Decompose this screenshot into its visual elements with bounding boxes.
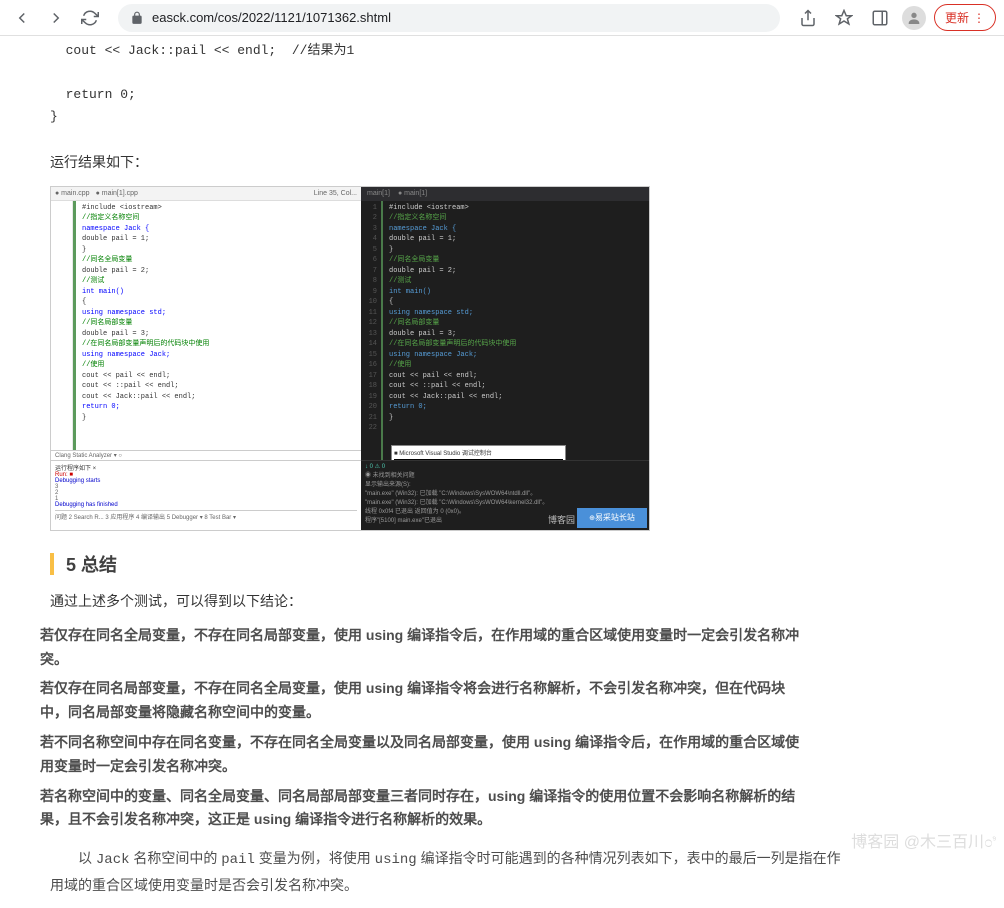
ide-right-code: 12345678910111213141516171819202122 #inc…	[361, 201, 649, 460]
conclusion-2: 若仅存在同名局部变量，不存在同名全局变量，使用 using 编译指令将会进行名称…	[40, 677, 800, 725]
ide-left-output: 运行程序如下 × Run: ■ Debugging starts 3 2 1 D…	[51, 460, 361, 530]
ide-left-code: #include <iostream>//指定义名称空间namespace Ja…	[51, 201, 361, 450]
heading-text: 5 总结	[66, 551, 117, 577]
url-text: easck.com/cos/2022/1121/1071362.shtml	[152, 10, 391, 25]
conclusion-1: 若仅存在同名全局变量，不存在同名局部变量，使用 using 编译指令后，在作用域…	[40, 624, 800, 672]
gutter: 12345678910111213141516171819202122	[361, 201, 381, 460]
summary-intro: 通过上述多个测试，可以得到以下结论：	[50, 589, 850, 614]
conclusion-4: 若名称空间中的变量、同名全局变量、同名局部局部变量三者同时存在，using 编译…	[40, 785, 800, 833]
ide-left-pane: ● main.cpp ● main[1].cpp Line 35, Col...…	[51, 187, 361, 530]
watermark-badge: ⊕易采站长站	[577, 508, 647, 528]
browser-toolbar: easck.com/cos/2022/1121/1071362.shtml 更新…	[0, 0, 1004, 36]
gutter	[51, 201, 73, 450]
page-content: cout << Jack::pail << endl; //结果为1 retur…	[0, 36, 900, 899]
reload-button[interactable]	[76, 4, 104, 32]
final-paragraph: 以 Jack 名称空间中的 pail 变量为例，将使用 using 编译指令时可…	[50, 846, 850, 898]
ide-screenshot: ● main.cpp ● main[1].cpp Line 35, Col...…	[50, 186, 650, 531]
ide-right-pane: main[1] ● main[1] 1234567891011121314151…	[361, 187, 649, 530]
address-bar[interactable]: easck.com/cos/2022/1121/1071362.shtml	[118, 4, 780, 32]
back-button[interactable]	[8, 4, 36, 32]
bookmark-icon[interactable]	[830, 4, 858, 32]
update-button[interactable]: 更新⋮	[934, 4, 996, 31]
ide-right-tabs: main[1] ● main[1]	[361, 187, 649, 201]
lock-icon	[130, 11, 144, 25]
panel-icon[interactable]	[866, 4, 894, 32]
heading-accent	[50, 553, 54, 575]
watermark-text: 博客园	[548, 513, 575, 526]
section-heading: 5 总结	[50, 551, 850, 577]
ide-right-output: ↓ 0 ⚠ 0 ◉ 未找到相关问题 显示输出来源(S): "main.exe" …	[361, 460, 649, 530]
profile-avatar[interactable]	[902, 6, 926, 30]
code-snippet: cout << Jack::pail << endl; //结果为1 retur…	[20, 36, 880, 140]
run-result-label: 运行结果如下：	[50, 150, 850, 175]
tab: ● main[1].cpp	[96, 190, 138, 197]
line-info: Line 35, Col...	[314, 190, 357, 197]
tab: ● main.cpp	[55, 190, 90, 197]
forward-button[interactable]	[42, 4, 70, 32]
ide-left-tabs: ● main.cpp ● main[1].cpp Line 35, Col...	[51, 187, 361, 201]
share-icon[interactable]	[794, 4, 822, 32]
analyzer-bar: Clang Static Analyzer ▾ ○	[51, 450, 361, 460]
conclusion-3: 若不同名称空间中存在同名变量，不存在同名全局变量以及同名局部变量，使用 usin…	[40, 731, 800, 779]
